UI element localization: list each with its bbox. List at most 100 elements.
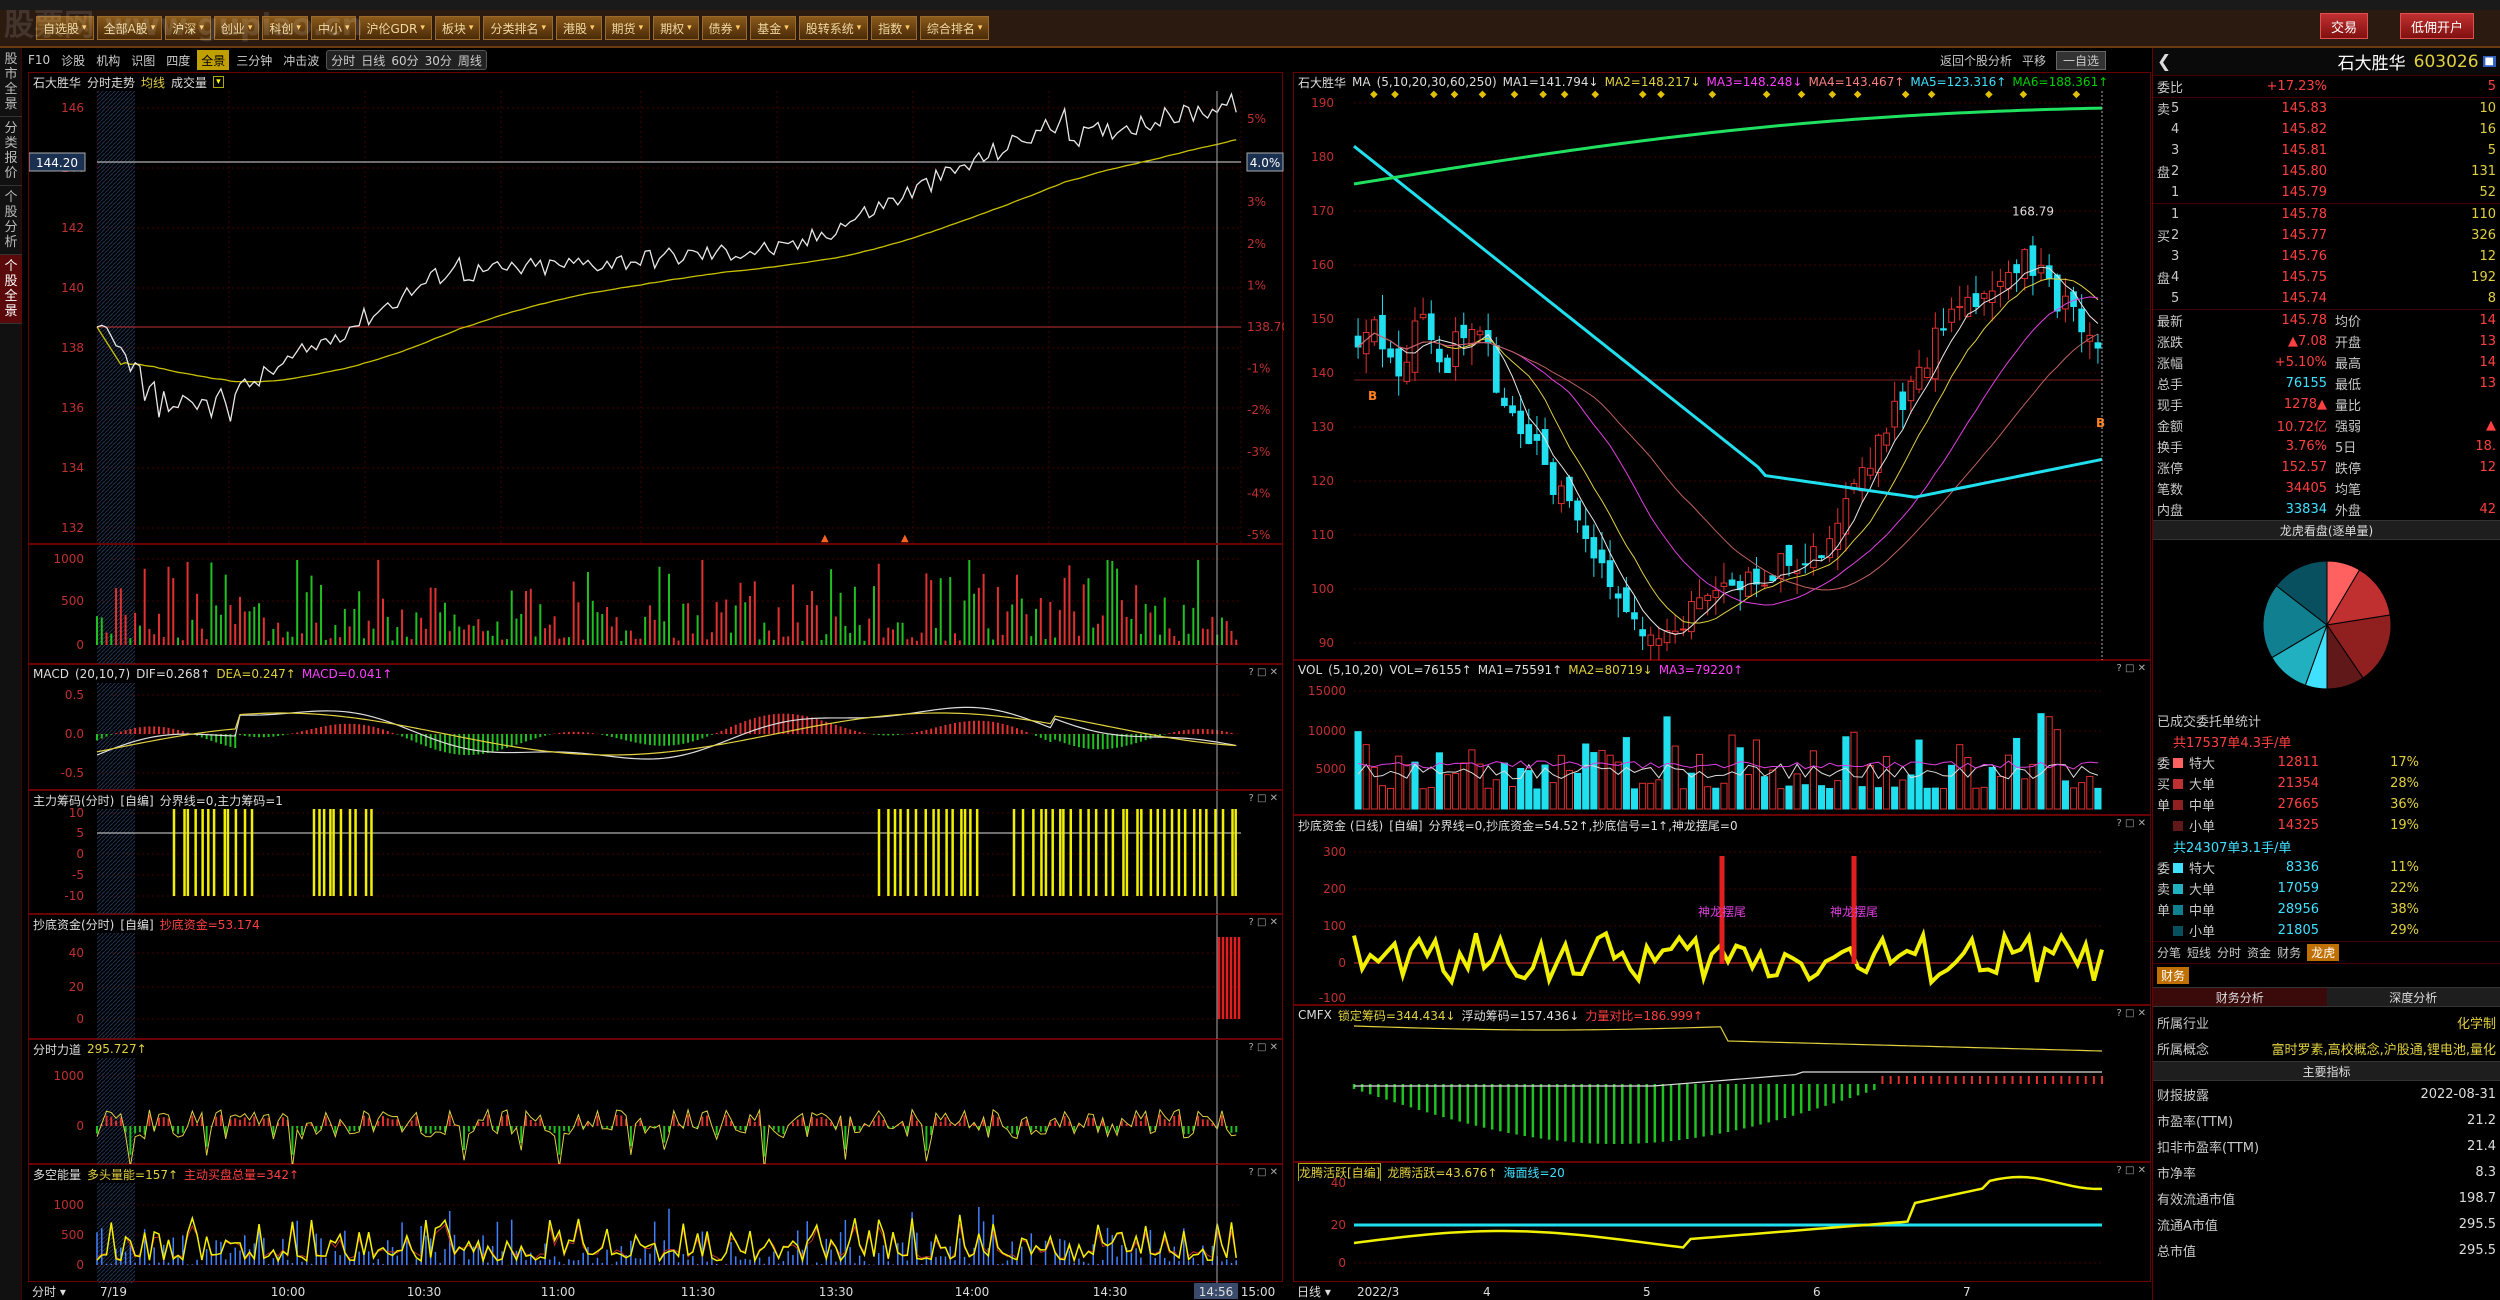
kvol-bar xyxy=(1980,786,1988,810)
subbar-item-7[interactable]: 冲击波 xyxy=(279,50,323,70)
left-tab-3[interactable]: 个股全景 xyxy=(0,255,22,324)
lths-label[interactable]: 龙腾活跃[自编] xyxy=(1298,1163,1382,1181)
toolbar-item-10[interactable]: 期货 ▾ xyxy=(604,16,651,40)
orderbook-price: 145.82 xyxy=(2281,122,2328,137)
pct-tick: -2% xyxy=(1247,403,1270,417)
toolbar-item-11[interactable]: 期权 ▾ xyxy=(653,16,699,40)
panel-controls-icon[interactable]: ? □ ✕ xyxy=(1249,667,1279,678)
orderbook-side-label: 盘 xyxy=(2157,272,2171,287)
candle xyxy=(1761,584,1768,587)
order-volume: 21805 xyxy=(2277,923,2319,938)
kvol-bar xyxy=(2086,775,2094,810)
orderbook-level: 5 xyxy=(2171,101,2180,116)
trade-button[interactable]: 交易 xyxy=(2320,13,2369,39)
subbar-item-0[interactable]: F10 xyxy=(24,50,54,70)
toolbar-item-14[interactable]: 股转系统 ▾ xyxy=(798,16,869,40)
subbar-right-2[interactable]: 一自选 xyxy=(2056,50,2107,70)
panel-controls-icon[interactable]: ? □ ✕ xyxy=(1249,1042,1279,1053)
period-item-3[interactable]: 30分 xyxy=(425,52,452,69)
dknl-value2: 主动买盘总量=342↑ xyxy=(184,1167,300,1182)
period-item-0[interactable]: 分时 xyxy=(331,52,355,69)
stat-label: 现手 xyxy=(2157,399,2184,414)
intraday-price-panel[interactable]: 石大胜华 分时走势 均线 成交量 ▾ 146144142140138136134… xyxy=(28,72,1284,544)
panel-controls-icon[interactable]: ? □ ✕ xyxy=(1249,1167,1279,1178)
kcdzj-tick: 0 xyxy=(1338,956,1346,970)
info-icon[interactable]: ■ xyxy=(2482,56,2496,67)
toolbar-item-6[interactable]: 沪伦GDR ▾ xyxy=(359,16,432,40)
kline-stock-label: 石大胜华 xyxy=(1298,75,1347,90)
vol-label: VOL xyxy=(1298,663,1323,677)
open-account-button[interactable]: 低佣开户 xyxy=(2400,13,2475,39)
stat-label2: 外盘 xyxy=(2335,504,2362,519)
panel-controls-icon[interactable]: ? □ ✕ xyxy=(2117,663,2147,674)
subbar-right-0[interactable]: 返回个股分析 xyxy=(1940,52,2012,69)
left-tab-1[interactable]: 分类报价 xyxy=(0,117,22,186)
period-item-2[interactable]: 60分 xyxy=(391,52,418,69)
left-tab-0[interactable]: 股市全景 xyxy=(0,48,22,117)
quote-tab-0[interactable]: 分笔 xyxy=(2157,944,2181,961)
quote-tab-1[interactable]: 短线 xyxy=(2187,944,2211,961)
stat-value: 76155 xyxy=(2285,376,2327,391)
order-class-name: 中单 xyxy=(2189,904,2216,919)
vol-params: (5,10,20) xyxy=(1328,663,1384,677)
toolbar-item-16[interactable]: 综合排名 ▾ xyxy=(919,16,990,40)
panel-controls-icon[interactable]: ? □ ✕ xyxy=(2117,818,2147,829)
period-item-1[interactable]: 日线 xyxy=(361,52,385,69)
quote-tab-5[interactable]: 龙虎 xyxy=(2307,944,2340,961)
subbar-item-6[interactable]: 三分钟 xyxy=(232,50,276,70)
toolbar-item-8[interactable]: 分类排名 ▾ xyxy=(483,16,553,40)
candle xyxy=(2078,308,2086,333)
candle xyxy=(1948,308,1955,323)
candle xyxy=(1419,313,1427,319)
toolbar-item-7[interactable]: 板块 ▾ xyxy=(434,16,481,40)
panel-controls-icon[interactable]: ? □ ✕ xyxy=(2117,1008,2147,1019)
time-tick: 10:00 xyxy=(271,1285,306,1299)
dropdown-icon[interactable]: ▾ xyxy=(213,76,224,88)
toolbar-item-9[interactable]: 港股 ▾ xyxy=(556,16,602,40)
bull-bear-panel: 多空能量 多头量能=157↑ 主动买盘总量=342↑ ? □ ✕ 1000 500 0 xyxy=(28,1164,1283,1283)
order-percent: 19% xyxy=(2390,818,2419,833)
order-stat-row: 委 特大 8336 11% xyxy=(2153,857,2500,878)
toolbar-item-15[interactable]: 指数 ▾ xyxy=(871,16,917,40)
kline-chart: 19018017016015014013012011010090168.7984… xyxy=(1311,89,2105,661)
kvol-bar xyxy=(1874,787,1882,810)
orderbook-level: 1 xyxy=(2171,207,2180,222)
kline-panel[interactable]: 石大胜华 MA (5,10,20,30,60,250) MA1=141.794↓ MA2… xyxy=(1293,72,2151,661)
candle xyxy=(1858,467,1866,492)
panel-controls-icon[interactable]: ? □ ✕ xyxy=(1249,917,1279,928)
quote-tabs: 分笔 短线 分时 资金 财务 龙虎 xyxy=(2153,941,2500,963)
subbar-item-5[interactable]: 全景 xyxy=(197,50,230,70)
stat-row: 总手 76155 最低 13 xyxy=(2153,373,2500,394)
left-tab-2[interactable]: 个股分析 xyxy=(0,186,22,255)
depth-analysis-tab[interactable]: 深度分析 xyxy=(2326,987,2500,1007)
current-pct-label: 4.0% xyxy=(1250,156,1281,170)
quote-tab-2[interactable]: 分时 xyxy=(2217,944,2241,961)
concept-row: 所属概念 富时罗素,高校概念,沪股通,锂电池,量化 xyxy=(2153,1035,2500,1061)
toolbar-item-12[interactable]: 债券 ▾ xyxy=(701,16,748,40)
quote-stock-code: 603026 xyxy=(2413,51,2479,72)
zlcm-tick: -5 xyxy=(72,868,84,882)
pct-tick: 1% xyxy=(1247,278,1266,292)
subbar-item-3[interactable]: 识图 xyxy=(127,50,159,70)
subbar-item-1[interactable]: 诊股 xyxy=(57,50,89,70)
stat-label: 最新 xyxy=(2157,315,2184,330)
order-stat-row: 卖 大单 17059 22% xyxy=(2153,878,2500,899)
back-icon[interactable]: ❮ xyxy=(2157,52,2177,72)
stat-label2: 开盘 xyxy=(2335,336,2362,351)
panel-controls-icon[interactable]: ? □ ✕ xyxy=(1249,793,1279,804)
subbar-item-4[interactable]: 四度 xyxy=(162,50,194,70)
subbar-right-1[interactable]: 平移 xyxy=(2022,52,2046,69)
toolbar-item-13[interactable]: 基金 ▾ xyxy=(750,16,796,40)
quote-tab-4[interactable]: 财务 xyxy=(2277,944,2301,961)
quote-tab-3[interactable]: 资金 xyxy=(2247,944,2271,961)
period-item-4[interactable]: 周线 xyxy=(458,52,482,69)
price-tick: 134 xyxy=(61,461,84,475)
finance-analysis-tab[interactable]: 财务分析 xyxy=(2153,987,2327,1007)
lhk-title: 龙虎看盘(逐单量) xyxy=(2153,520,2500,540)
kline-price-tick: 140 xyxy=(1311,366,1334,380)
orderbook-price: 145.83 xyxy=(2281,101,2328,116)
orderbook-level: 1 xyxy=(2171,185,2180,200)
subbar-item-2[interactable]: 机构 xyxy=(92,50,124,70)
finance-tab[interactable]: 财务 xyxy=(2157,967,2190,984)
panel-controls-icon[interactable]: ? □ ✕ xyxy=(2117,1165,2147,1176)
